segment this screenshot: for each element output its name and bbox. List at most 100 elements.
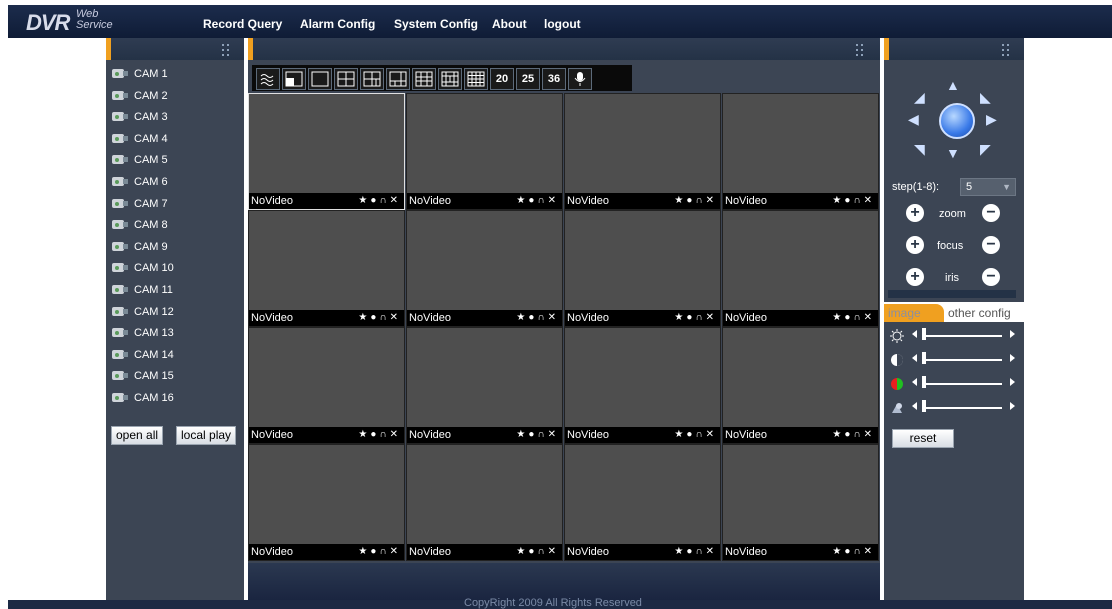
menu-alarm-config[interactable]: Alarm Config (300, 17, 375, 31)
channel-status-icons[interactable]: ★●∩✕ (358, 310, 401, 326)
video-cell[interactable]: NoVideo ★●∩✕ (248, 327, 405, 444)
channel-status-icons[interactable]: ★●∩✕ (832, 310, 875, 326)
channel-status-icons[interactable]: ★●∩✕ (516, 427, 559, 443)
video-cell[interactable]: NoVideo ★●∩✕ (406, 444, 563, 561)
video-cell[interactable]: NoVideo ★●∩✕ (564, 444, 721, 561)
camera-item[interactable]: CAM 4 (112, 133, 168, 151)
video-cell[interactable]: NoVideo ★●∩✕ (248, 93, 405, 210)
ptz-down-right-arrow-icon[interactable]: ◤ (980, 142, 991, 156)
focus-out-button[interactable]: − (982, 236, 1000, 254)
brightness-decrease-arrow[interactable] (912, 330, 917, 338)
video-cell[interactable]: NoVideo ★●∩✕ (248, 444, 405, 561)
channel-status-icons[interactable]: ★●∩✕ (674, 193, 717, 209)
channel-status-icons[interactable]: ★●∩✕ (358, 544, 401, 560)
ptz-up-left-arrow-icon[interactable]: ◢ (914, 90, 925, 104)
drag-handle-icon[interactable] (1002, 44, 1012, 56)
camera-item[interactable]: CAM 9 (112, 241, 168, 259)
ptz-left-arrow-icon[interactable]: ◀ (908, 112, 919, 126)
brightness-slider[interactable] (890, 328, 1020, 346)
video-cell[interactable]: NoVideo ★●∩✕ (722, 444, 879, 561)
channel-status-icons[interactable]: ★●∩✕ (358, 193, 401, 209)
channel-status-icons[interactable]: ★●∩✕ (832, 544, 875, 560)
hue-decrease-arrow[interactable] (912, 402, 917, 410)
layout-16-icon[interactable] (464, 68, 488, 90)
step-select[interactable]: 5 ▼ (960, 178, 1016, 196)
video-cell[interactable]: NoVideo ★●∩✕ (248, 210, 405, 327)
camera-item[interactable]: CAM 14 (112, 349, 174, 367)
camera-item[interactable]: CAM 11 (112, 284, 173, 302)
menu-record-query[interactable]: Record Query (203, 17, 282, 31)
zoom-in-button[interactable]: + (906, 204, 924, 222)
saturation-decrease-arrow[interactable] (912, 378, 917, 386)
channel-status-icons[interactable]: ★●∩✕ (674, 310, 717, 326)
layout-8-icon[interactable] (386, 68, 410, 90)
video-cell[interactable]: NoVideo ★●∩✕ (406, 210, 563, 327)
layout-13-icon[interactable] (438, 68, 462, 90)
camera-item[interactable]: CAM 6 (112, 176, 168, 194)
camera-item[interactable]: CAM 5 (112, 154, 168, 172)
ptz-up-arrow-icon[interactable]: ▲ (946, 78, 960, 92)
camera-item[interactable]: CAM 2 (112, 90, 168, 108)
contrast-increase-arrow[interactable] (1010, 354, 1015, 362)
reset-button[interactable]: reset (892, 429, 954, 448)
layout-4-icon[interactable] (334, 68, 358, 90)
saturation-slider[interactable] (890, 376, 1020, 394)
video-cell[interactable]: NoVideo ★●∩✕ (406, 93, 563, 210)
hue-slider[interactable] (890, 400, 1020, 418)
hue-thumb[interactable] (922, 400, 926, 412)
zoom-out-button[interactable]: − (982, 204, 1000, 222)
tab-other-config[interactable]: other config (948, 304, 1011, 322)
ptz-down-left-arrow-icon[interactable]: ◥ (914, 142, 925, 156)
menu-system-config[interactable]: System Config (394, 17, 478, 31)
channel-status-icons[interactable]: ★●∩✕ (516, 310, 559, 326)
layout-25-button[interactable]: 25 (516, 68, 540, 90)
video-cell[interactable]: NoVideo ★●∩✕ (722, 93, 879, 210)
channel-status-icons[interactable]: ★●∩✕ (832, 427, 875, 443)
layout-9-icon[interactable] (412, 68, 436, 90)
camera-item[interactable]: CAM 12 (112, 306, 174, 324)
ptz-down-arrow-icon[interactable]: ▼ (946, 146, 960, 160)
video-cell[interactable]: NoVideo ★●∩✕ (406, 327, 563, 444)
ptz-up-right-arrow-icon[interactable]: ◣ (980, 90, 991, 104)
ptz-right-arrow-icon[interactable]: ▶ (986, 112, 997, 126)
local-play-button[interactable]: local play (176, 426, 237, 445)
video-cell[interactable]: NoVideo ★●∩✕ (564, 210, 721, 327)
focus-in-button[interactable]: + (906, 236, 924, 254)
video-cell[interactable]: NoVideo ★●∩✕ (564, 93, 721, 210)
layout-20-button[interactable]: 20 (490, 68, 514, 90)
microphone-icon[interactable] (568, 68, 592, 90)
contrast-thumb[interactable] (922, 352, 926, 364)
brightness-track[interactable] (922, 335, 1002, 337)
brightness-thumb[interactable] (922, 328, 926, 340)
saturation-increase-arrow[interactable] (1010, 378, 1015, 386)
video-cell[interactable]: NoVideo ★●∩✕ (564, 327, 721, 444)
channel-status-icons[interactable]: ★●∩✕ (832, 193, 875, 209)
drag-handle-icon[interactable] (222, 44, 232, 56)
brightness-increase-arrow[interactable] (1010, 330, 1015, 338)
contrast-slider[interactable] (890, 352, 1020, 370)
contrast-decrease-arrow[interactable] (912, 354, 917, 362)
iris-close-button[interactable]: − (982, 268, 1000, 286)
channel-status-icons[interactable]: ★●∩✕ (674, 427, 717, 443)
ptz-collapse-bar[interactable] (888, 290, 1016, 298)
hue-track[interactable] (922, 407, 1002, 409)
layout-6-icon[interactable] (360, 68, 384, 90)
open-all-button[interactable]: open all (111, 426, 164, 445)
camera-item[interactable]: CAM 10 (112, 262, 174, 280)
hue-increase-arrow[interactable] (1010, 402, 1015, 410)
channel-status-icons[interactable]: ★●∩✕ (516, 544, 559, 560)
camera-item[interactable]: CAM 1 (112, 68, 168, 86)
drag-handle-icon[interactable] (856, 44, 866, 56)
channel-status-icons[interactable]: ★●∩✕ (674, 544, 717, 560)
saturation-thumb[interactable] (922, 376, 926, 388)
channel-status-icons[interactable]: ★●∩✕ (358, 427, 401, 443)
camera-item[interactable]: CAM 7 (112, 198, 168, 216)
iris-open-button[interactable]: + (906, 268, 924, 286)
video-cell[interactable]: NoVideo ★●∩✕ (722, 327, 879, 444)
menu-logout[interactable]: logout (544, 17, 581, 31)
menu-about[interactable]: About (492, 17, 527, 31)
camera-item[interactable]: CAM 13 (112, 327, 174, 345)
camera-item[interactable]: CAM 16 (112, 392, 174, 410)
camera-item[interactable]: CAM 8 (112, 219, 168, 237)
channel-status-icons[interactable]: ★●∩✕ (516, 193, 559, 209)
